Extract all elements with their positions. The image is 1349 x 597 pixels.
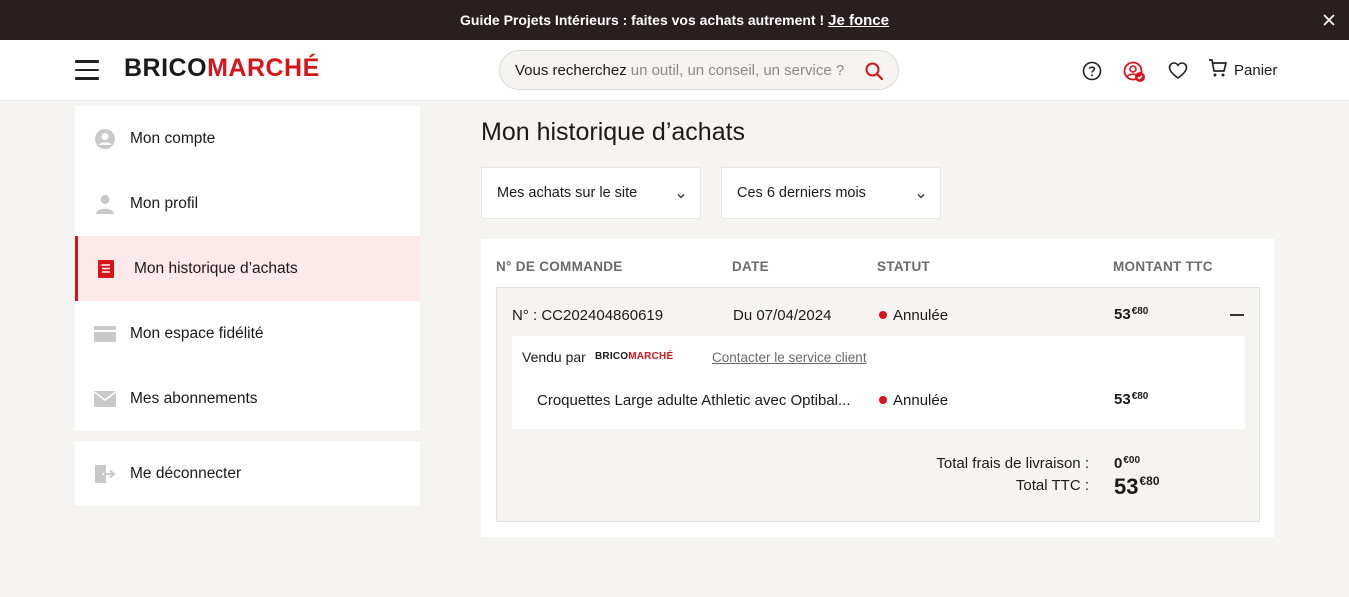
close-icon[interactable]	[1319, 10, 1339, 30]
site-header: BRICOMARCHÉ Vous recherchez un outil, un…	[0, 40, 1349, 101]
header-amount: MONTANT TTC	[1113, 259, 1213, 274]
cart-label: Panier	[1234, 61, 1278, 79]
chevron-down-icon	[676, 189, 686, 199]
delivery-dec: €00	[1123, 455, 1141, 466]
account-icon[interactable]	[1122, 60, 1145, 82]
sidebar-item-label: Mon espace fidélité	[130, 324, 264, 342]
total-dec: €80	[1139, 474, 1160, 488]
order-amount-int: 53	[1114, 306, 1131, 323]
collapse-icon[interactable]	[1230, 314, 1244, 316]
search-icon[interactable]	[864, 61, 884, 81]
promo-banner: Guide Projets Intérieurs : faites vos ac…	[0, 0, 1349, 40]
period-select-value: Ces 6 derniers mois	[737, 185, 866, 201]
sidebar-item-purchase-history[interactable]: Mon historique d’achats	[75, 236, 420, 301]
seller-logo-part1: BRICO	[595, 351, 629, 362]
header-order-number: N° DE COMMANDE	[496, 259, 623, 274]
search-label: Vous recherchez	[515, 61, 627, 79]
sidebar-item-label: Mes abonnements	[130, 389, 258, 407]
search-bar[interactable]: Vous recherchez un outil, un conseil, un…	[499, 50, 899, 90]
chevron-down-icon	[916, 189, 926, 199]
logout-button[interactable]: Me déconnecter	[75, 441, 420, 506]
total-int: 53	[1114, 474, 1139, 499]
sidebar-item-loyalty[interactable]: Mon espace fidélité	[75, 301, 420, 366]
user-icon	[94, 193, 116, 215]
menu-icon[interactable]	[75, 60, 99, 82]
promo-text: Guide Projets Intérieurs : faites vos ac…	[460, 12, 825, 28]
envelope-icon	[94, 388, 116, 410]
order-detail: Vendu par BRICOMARCHÉ Contacter le servi…	[512, 336, 1245, 429]
orders-table: N° DE COMMANDE DATE STATUT MONTANT TTC N…	[481, 239, 1275, 537]
sidebar-item-account[interactable]: Mon compte	[75, 106, 420, 171]
seller-logo-part2: MARCHÉ	[628, 351, 674, 362]
delivery-total-value: 0€00	[1114, 455, 1140, 472]
receipt-icon	[95, 258, 117, 280]
cart-icon	[1208, 58, 1228, 82]
sidebar-item-label: Mon profil	[130, 194, 199, 212]
logo-part2: MARCHÉ	[207, 54, 320, 82]
period-select[interactable]: Ces 6 derniers mois	[721, 167, 941, 219]
page-title: Mon historique d’achats	[481, 118, 746, 146]
card-icon	[94, 323, 116, 345]
sidebar-item-label: Mon compte	[130, 129, 216, 147]
item-amount-dec: €80	[1131, 391, 1149, 402]
item-name[interactable]: Croquettes Large adulte Athletic avec Op…	[537, 392, 851, 409]
item-amount: 53€80	[1114, 391, 1148, 408]
item-status: Annulée	[879, 392, 948, 409]
item-amount-int: 53	[1114, 391, 1131, 408]
logo-part1: BRICO	[124, 54, 208, 82]
heart-icon[interactable]	[1167, 60, 1189, 82]
order-status-text: Annulée	[893, 307, 949, 324]
order-amount: 53€80	[1114, 306, 1148, 323]
cart-button[interactable]: Panier	[1208, 58, 1277, 82]
order-status: Annulée	[879, 307, 948, 324]
grand-total-label: Total TTC :	[1015, 477, 1089, 494]
logout-label: Me déconnecter	[130, 464, 242, 482]
delivery-total-label: Total frais de livraison :	[936, 455, 1089, 472]
grand-total-value: 53€80	[1114, 474, 1160, 500]
order-date: Du 07/04/2024	[733, 307, 832, 324]
delivery-int: 0	[1114, 455, 1123, 472]
account-sidebar: Mon compte Mon profil Mon historique d’a…	[75, 106, 420, 506]
order-row: N° : CC202404860619 Du 07/04/2024 Annulé…	[496, 287, 1260, 522]
channel-select[interactable]: Mes achats sur le site	[481, 167, 701, 219]
seller-logo: BRICOMARCHÉ	[595, 351, 673, 362]
help-icon[interactable]	[1081, 60, 1103, 82]
sidebar-item-label: Mon historique d’achats	[134, 259, 298, 277]
status-dot	[879, 311, 887, 319]
item-status-text: Annulée	[893, 392, 949, 409]
search-placeholder: un outil, un conseil, un service ?	[630, 61, 845, 79]
sidebar-item-profile[interactable]: Mon profil	[75, 171, 420, 236]
order-amount-dec: €80	[1131, 306, 1149, 317]
contact-service-link[interactable]: Contacter le service client	[712, 350, 867, 365]
status-dot	[879, 396, 887, 404]
logout-icon	[94, 463, 116, 485]
channel-select-value: Mes achats sur le site	[497, 185, 638, 201]
sidebar-menu: Mon compte Mon profil Mon historique d’a…	[75, 106, 420, 431]
header-status: STATUT	[877, 259, 931, 274]
account-circle-icon	[94, 128, 116, 150]
sidebar-logout-group: Me déconnecter	[75, 441, 420, 506]
logo[interactable]: BRICOMARCHÉ	[124, 50, 324, 86]
sidebar-item-subscriptions[interactable]: Mes abonnements	[75, 366, 420, 431]
order-number: N° : CC202404860619	[512, 307, 664, 324]
promo-link[interactable]: Je fonce	[828, 12, 889, 29]
sold-by-label: Vendu par	[522, 349, 586, 365]
header-date: DATE	[732, 259, 769, 274]
